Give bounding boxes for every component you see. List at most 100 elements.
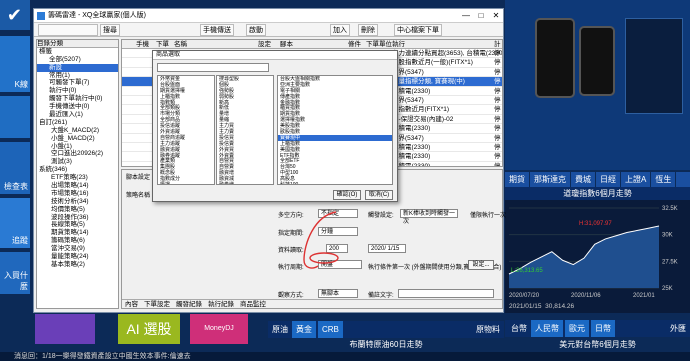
fx-tab-eur[interactable]: 歐元 xyxy=(565,320,589,337)
tab-shanghai[interactable]: 上證A xyxy=(621,172,652,187)
tree-item[interactable]: 自訂(261) xyxy=(37,119,118,127)
tree-item[interactable]: 大盤K_MACD(2) xyxy=(37,127,118,135)
k-line-tile[interactable]: K線 xyxy=(0,36,30,92)
row-status: 停 xyxy=(494,143,501,151)
tab-product-monitor[interactable]: 商品監控 xyxy=(237,301,269,308)
dialog-list-item[interactable]: 融券增 xyxy=(217,182,273,184)
row-target: 台股指數近月(一般)(FITX*1) xyxy=(392,59,473,67)
dialog-cancel-button[interactable]: 取消(C) xyxy=(365,190,393,200)
chart-last-value: 30,814.26 xyxy=(545,303,575,310)
dialog-list-item[interactable]: 權證 xyxy=(158,182,214,184)
moneydj-tile[interactable]: MoneyDJ xyxy=(190,314,248,344)
close-button[interactable]: ✕ xyxy=(489,9,503,23)
row-target: 台指數近月(FITX*1) xyxy=(392,106,450,114)
header-order[interactable]: 下單 xyxy=(156,40,169,49)
tab-futures[interactable]: 期貨 xyxy=(505,172,530,187)
tab-exec-log[interactable]: 執行紀錄 xyxy=(205,301,237,308)
start-button[interactable]: 啟動 xyxy=(246,24,266,36)
minimize-button[interactable]: — xyxy=(459,9,473,23)
tree-item[interactable]: ETF策略(23) xyxy=(37,174,118,182)
tab-content[interactable]: 內容 xyxy=(122,301,141,308)
tree-item[interactable]: 全部(5207) xyxy=(37,56,118,64)
header-unit[interactable]: 下單單位 xyxy=(366,40,392,49)
header-setting[interactable]: 設定 xyxy=(258,40,271,49)
tab-order-setting[interactable]: 下單設定 xyxy=(141,301,173,308)
order-center-button[interactable]: 中心檔案下單 xyxy=(394,24,442,36)
low-label: L:26,313.65 xyxy=(511,268,543,274)
tree-item[interactable]: 觸發下單執行中(0) xyxy=(37,95,118,103)
tree-item[interactable]: 量能策略(24) xyxy=(37,253,118,261)
buy-tile[interactable]: 入買什麼 xyxy=(0,252,30,294)
base-label: 觀察方式: xyxy=(278,293,304,299)
k-line-label: K線 xyxy=(14,80,28,89)
fx-tab-twd[interactable]: 台幣 xyxy=(511,324,527,333)
once-checkbox[interactable]: 僅限執行一次 xyxy=(470,210,506,219)
tree-item[interactable]: 系統(346) xyxy=(37,166,118,174)
row-status: 停 xyxy=(494,50,501,57)
row-target: 價量指標分類, 寶賽現(中) xyxy=(392,78,465,86)
commodity-title: 原物料 xyxy=(476,325,500,334)
tab-trigger-log[interactable]: 觸發紀錄 xyxy=(173,301,205,308)
send-phone-button[interactable]: 手機傳送 xyxy=(200,24,234,36)
ai-tile[interactable] xyxy=(35,314,95,344)
dow-chart: 25K 27.5K 30K 32.5K H:31,097.97 L:26,313.65 20… xyxy=(505,200,690,300)
row-status: 停 xyxy=(494,115,501,123)
x-tick-label: 2021/01 xyxy=(633,293,655,299)
header-exec[interactable]: 執行 xyxy=(392,40,405,49)
tree-item[interactable]: 均價策略(5) xyxy=(37,206,118,214)
fx-tab-jpy[interactable]: 日幣 xyxy=(591,320,615,337)
tree-item[interactable]: 技術分析(34) xyxy=(37,198,118,206)
maximize-button[interactable]: □ xyxy=(474,9,488,23)
tab-nasdaq[interactable]: 那斯達克 xyxy=(530,172,571,187)
phone-image-2 xyxy=(579,26,615,96)
tree-item[interactable]: 籌碼策略(6) xyxy=(37,237,118,245)
tree-item[interactable]: 新設 xyxy=(37,63,118,72)
tab-hangseng[interactable]: 恆生 xyxy=(651,172,677,187)
add-button[interactable]: 加入 xyxy=(330,24,350,36)
ai-select-label: AI 選股 xyxy=(126,321,172,337)
delete-button[interactable]: 刪除 xyxy=(358,24,378,36)
tree-item[interactable]: 基本策略(2) xyxy=(37,261,118,269)
toolbar: 搜尋 手機傳送 啟動 加入 刪除 中心檔案下單 xyxy=(34,23,503,37)
tab-crude[interactable]: 原油 xyxy=(272,325,288,334)
tree-item[interactable]: 最近匯入(1) xyxy=(37,111,118,119)
tree-item[interactable]: 市場策略(16) xyxy=(37,190,118,198)
tree-item[interactable]: 手機傳送中(0) xyxy=(37,103,118,111)
chart-title: 道瓊指數6個月走勢 xyxy=(505,187,690,200)
row-status: 停 xyxy=(494,87,501,95)
ai-select-tile[interactable]: AI 選股 xyxy=(118,314,180,344)
tracking-tile[interactable]: 追蹤 xyxy=(0,198,30,248)
tree-item[interactable]: 當沖交易(9) xyxy=(37,245,118,253)
setup-button[interactable]: 設定... xyxy=(468,260,494,270)
dialog-ok-button[interactable]: 確認(O) xyxy=(333,190,361,200)
y-tick-label: 27.5K xyxy=(662,259,678,265)
tab-gold[interactable]: 黃金 xyxy=(292,321,316,338)
remark-input[interactable] xyxy=(398,289,494,298)
tab-phlx[interactable]: 費城 xyxy=(571,172,596,187)
fx-caption: 美元對台幣6個月走勢 xyxy=(559,340,636,349)
dialog-list-item[interactable]: 科技100 xyxy=(278,182,392,184)
header-phone[interactable]: 手機 xyxy=(136,40,149,49)
chart-tile[interactable] xyxy=(0,96,30,138)
header-condition[interactable]: 條件 xyxy=(348,40,361,49)
fx-tab-rmb[interactable]: 人民幣 xyxy=(531,320,563,337)
tree-item[interactable]: 空口進出20926(2) xyxy=(37,150,118,158)
subcategory-list: 搜尋型股 個股 強勢股 弱勢股 新高 新低 量增 量縮 主力買 主力賣 投信買 投信賣 外資買 外資賣 自營… xyxy=(216,75,274,185)
checklist-tile[interactable]: ✔ xyxy=(0,0,30,30)
header-name[interactable]: 名稱 xyxy=(174,40,187,49)
header-status[interactable]: 計 xyxy=(494,40,501,49)
tab-crb[interactable]: CRB xyxy=(318,321,343,338)
dialog-search-input[interactable] xyxy=(157,63,269,72)
toolbar-buttons[interactable] xyxy=(38,24,98,36)
header-script[interactable]: 腳本 xyxy=(280,40,293,49)
checklist-page-tile[interactable]: 檢查表 xyxy=(0,142,30,194)
tab-nikkei[interactable]: 日經 xyxy=(596,172,621,187)
tree-item[interactable]: 小盤_MACD(2) xyxy=(37,135,118,143)
trigger-select[interactable]: 新K棒收到時觸發一次 xyxy=(400,209,458,225)
tree-item[interactable]: 出場策略(14) xyxy=(37,182,118,190)
base-select[interactable]: 無腳本 xyxy=(318,289,358,298)
tree-item[interactable]: 標籤 xyxy=(37,48,118,56)
moneydj-label: MoneyDJ xyxy=(204,325,234,332)
search-button[interactable]: 搜尋 xyxy=(100,24,120,36)
window-titlebar[interactable]: 籌碼雷達 - XQ全球贏家(個人版) — □ ✕ xyxy=(34,9,503,23)
